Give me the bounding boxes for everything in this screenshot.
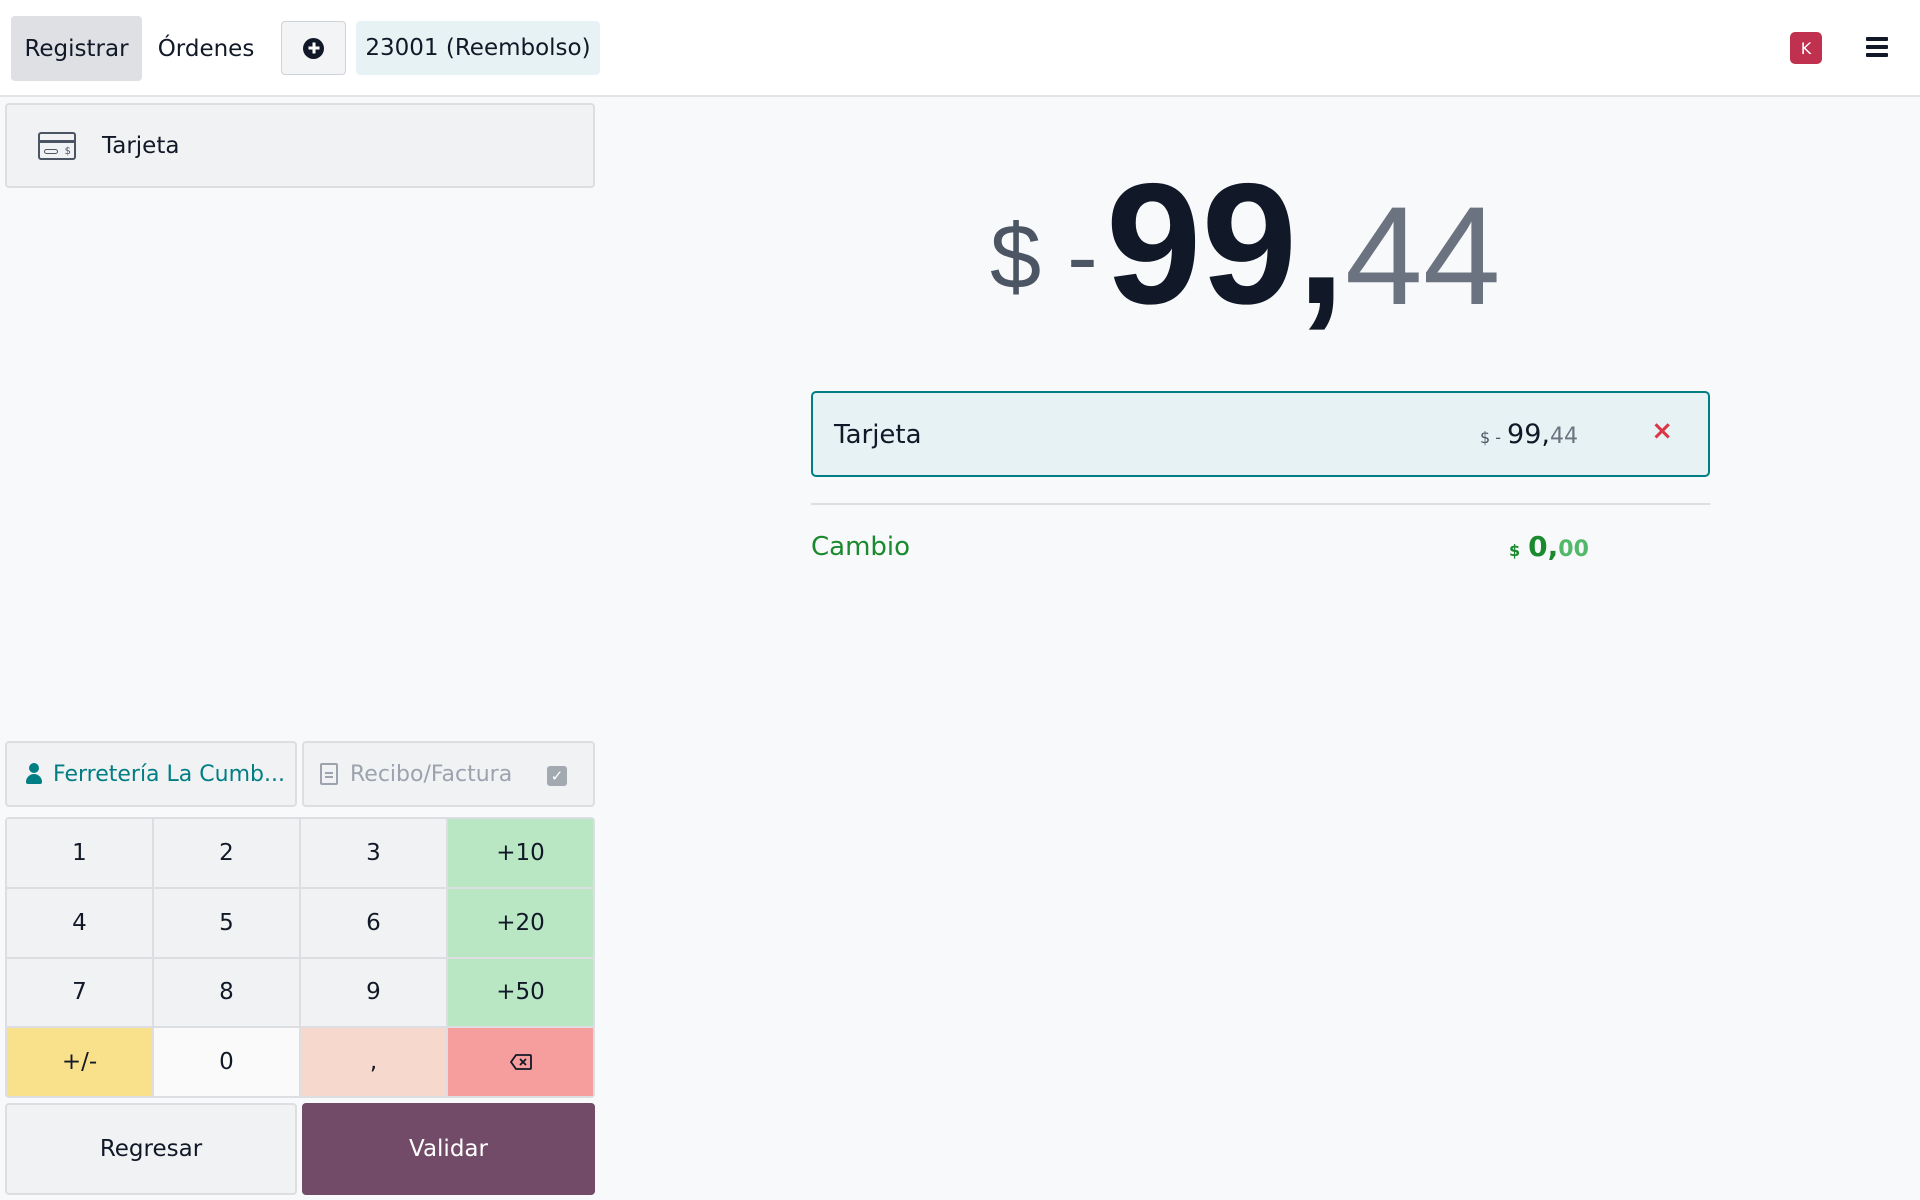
- total-decimal: 44: [1344, 177, 1501, 334]
- change-decimal: 00: [1558, 537, 1589, 562]
- payment-line-amount[interactable]: $ - 99, 44: [1480, 419, 1578, 450]
- payment-line-decimal: 44: [1550, 424, 1578, 449]
- invoice-toggle-button[interactable]: Recibo/Factura ✓: [302, 741, 595, 807]
- customer-name: Ferretería La Cumb...: [53, 761, 285, 787]
- current-order-tab[interactable]: 23001 (Reembolso): [356, 21, 600, 75]
- numpad-key-6[interactable]: 6: [301, 888, 446, 957]
- payment-method-card[interactable]: Tarjeta: [5, 103, 595, 188]
- numpad-key-8[interactable]: 8: [154, 958, 299, 1027]
- payment-method-label: Tarjeta: [102, 132, 180, 159]
- numpad-key-7[interactable]: 7: [7, 958, 152, 1027]
- document-icon: [320, 763, 338, 785]
- credit-card-icon: [38, 131, 76, 160]
- payment-line-integer: 99,: [1507, 419, 1550, 450]
- change-currency: $: [1509, 541, 1521, 560]
- numpad-key-plus10[interactable]: +10: [448, 819, 593, 887]
- delete-payment-icon[interactable]: ×: [1651, 416, 1673, 446]
- validate-button[interactable]: Validar: [302, 1103, 595, 1195]
- checkbox-checked-icon[interactable]: ✓: [547, 766, 567, 786]
- user-avatar[interactable]: K: [1790, 32, 1822, 64]
- invoice-label: Recibo/Factura: [350, 761, 513, 787]
- payment-line[interactable]: Tarjeta $ - 99, 44 ×: [811, 391, 1710, 477]
- numpad-key-backspace[interactable]: [448, 1028, 593, 1096]
- payment-line-currency: $ -: [1480, 428, 1502, 447]
- numpad-key-plus20[interactable]: +20: [448, 888, 593, 957]
- numpad-key-1[interactable]: 1: [7, 819, 152, 887]
- numpad-key-9[interactable]: 9: [301, 958, 446, 1027]
- total-integer: 99,: [1105, 148, 1345, 340]
- numpad-key-5[interactable]: 5: [154, 888, 299, 957]
- back-button[interactable]: Regresar: [5, 1103, 297, 1195]
- top-bar: Registrar Órdenes 23001 (Reembolso) K: [0, 0, 1920, 97]
- total-sign: -: [1067, 206, 1098, 308]
- change-label: Cambio: [811, 532, 911, 562]
- numpad-key-plus50[interactable]: +50: [448, 958, 593, 1027]
- person-icon: [25, 763, 43, 785]
- numpad-key-decimal[interactable]: ,: [301, 1028, 446, 1096]
- numpad-key-plus-minus[interactable]: +/-: [7, 1028, 152, 1096]
- customer-button[interactable]: Ferretería La Cumb...: [5, 741, 297, 807]
- register-button[interactable]: Registrar: [11, 16, 142, 81]
- plus-circle-icon: [303, 37, 324, 59]
- numpad-key-3[interactable]: 3: [301, 819, 446, 887]
- add-order-button[interactable]: [281, 21, 346, 75]
- total-currency: $: [990, 206, 1042, 308]
- payment-line-method: Tarjeta: [834, 420, 922, 450]
- change-integer: 0,: [1528, 530, 1559, 563]
- orders-button[interactable]: Órdenes: [146, 16, 266, 81]
- divider: [811, 503, 1710, 505]
- numpad: 1 2 3 +10 4 5 6 +20 7 8 9 +50 +/- 0 ,: [5, 817, 595, 1098]
- total-due: $ - 99, 44: [990, 150, 1501, 330]
- numpad-key-0[interactable]: 0: [154, 1028, 299, 1096]
- backspace-icon: [509, 1054, 532, 1071]
- menu-icon[interactable]: [1866, 37, 1888, 57]
- numpad-key-2[interactable]: 2: [154, 819, 299, 887]
- change-amount: $ 0, 00: [1509, 530, 1589, 563]
- numpad-key-4[interactable]: 4: [7, 888, 152, 957]
